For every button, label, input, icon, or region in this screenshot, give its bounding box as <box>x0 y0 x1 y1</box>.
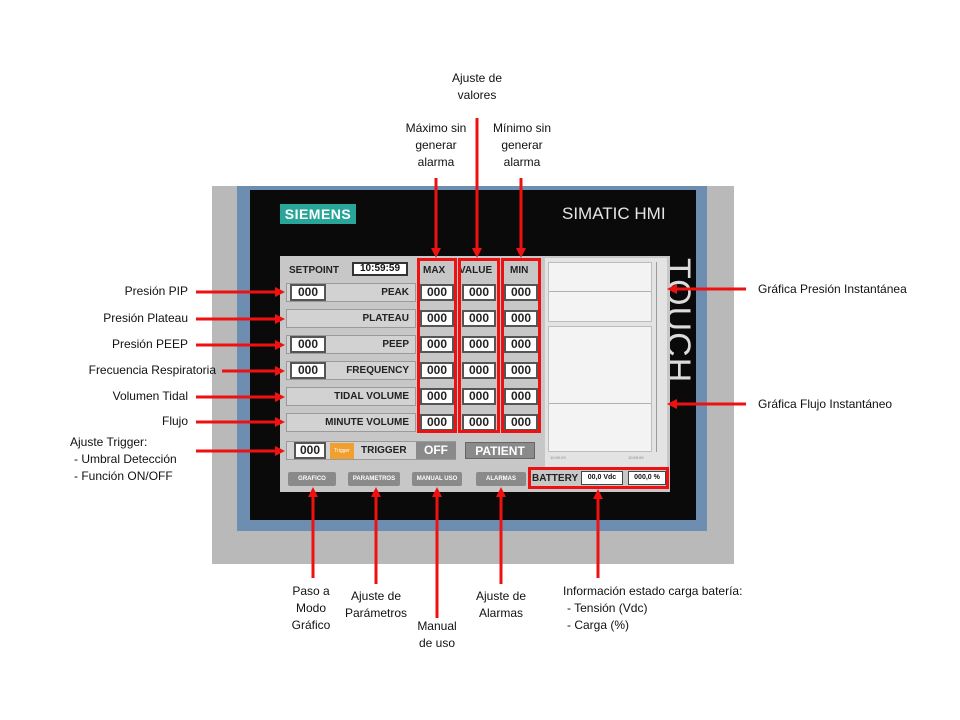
annotation-parametros: Ajuste de Parámetros <box>344 589 408 620</box>
annotation-frequency: Frecuencia Respiratoria <box>88 363 216 377</box>
annotation-tidal-volume: Volumen Tidal <box>112 389 188 403</box>
annotation-flow: Flujo <box>161 414 188 428</box>
annotation-adjust-values: Ajuste de valores <box>451 71 503 102</box>
annotation-min: Mínimo sin generar alarma <box>492 121 551 169</box>
annotation-pip: Presión PIP <box>124 284 188 298</box>
annotation-plateau: Presión Plateau <box>103 311 188 325</box>
annotation-manual: Manual de uso <box>417 619 457 650</box>
annotation-flow-graph: Gráfica Flujo Instantáneo <box>758 397 893 411</box>
annotation-peep: Presión PEEP <box>111 337 188 351</box>
annotation-alarmas: Ajuste de Alarmas <box>475 589 527 620</box>
annotation-battery: Información estado carga batería: - Tens… <box>563 584 743 632</box>
annotation-pressure-graph: Gráfica Presión Instantánea <box>758 282 907 296</box>
annotation-max: Máximo sin generar alarma <box>405 121 467 169</box>
annotation-trigger: Ajuste Trigger: - Umbral Detección - Fun… <box>70 435 177 483</box>
